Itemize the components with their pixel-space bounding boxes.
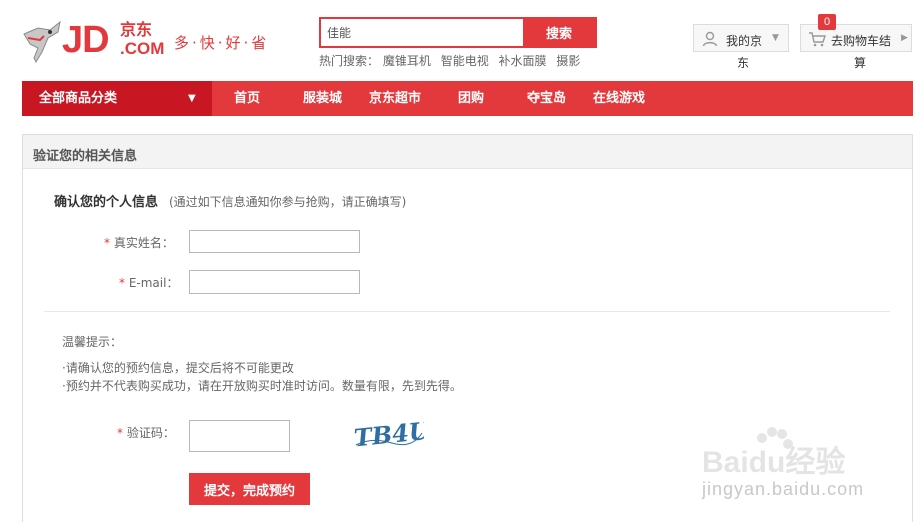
my-jd-label-wrap: 东 [737,56,750,70]
my-jd-button[interactable]: 我的京 ▼ [693,24,789,52]
watermark-url: jingyan.baidu.com [702,479,865,499]
hot-search-link[interactable]: 智能电视 [441,54,489,68]
logo-slogan: 多·快·好·省 [174,34,270,52]
jd-dog-mascot-icon [23,20,61,64]
main-nav: 全部商品分类 ▼ 首页 服装城 京东超市 团购 夺宝岛 在线游戏 [22,81,913,116]
chevron-down-icon: ▼ [772,33,779,43]
logo-jd-text: JD [62,19,110,61]
nav-item-games[interactable]: 在线游戏 [593,81,645,116]
nav-item-auction[interactable]: 夺宝岛 [527,81,566,116]
captcha-image[interactable]: TB4U [352,415,424,455]
section-note: (通过如下信息通知你参与抢购，请正确填写) [169,195,407,209]
chevron-right-icon: ▶ [901,33,908,43]
captcha-input[interactable] [189,420,290,452]
hot-search-link[interactable]: 魔锥耳机 [383,54,431,68]
email-label-text: E-mail： [128,276,179,290]
search-button[interactable]: 搜索 [523,19,595,46]
nav-item-groupbuy[interactable]: 团购 [458,81,484,116]
tip-line: ·预约并不代表购买成功，请在开放购买时准时访问。数量有限，先到先得。 [62,379,462,393]
email-input[interactable] [189,270,360,294]
cart-count-badge: 0 [818,14,836,30]
hot-search-link[interactable]: 补水面膜 [499,54,547,68]
required-mark: * [104,236,110,250]
cart-label: 去购物车结 [831,34,892,48]
real-name-input[interactable] [189,230,360,253]
name-label-text: 真实姓名： [113,236,174,250]
all-categories-menu[interactable]: 全部商品分类 [22,81,212,116]
watermark-logo-text: Baidu经验 [702,445,845,479]
panel-header: 验证您的相关信息 [23,135,912,169]
cart-label-wrap: 算 [854,56,867,70]
shopping-cart-icon [809,32,826,47]
hot-search-label: 热门搜索： [319,54,380,68]
user-icon [702,31,718,47]
all-categories-label: 全部商品分类 [39,91,118,106]
divider [44,311,890,312]
logo-cn-text: 京东 [120,20,153,39]
cart-button[interactable]: 去购物车结 ▶ [800,24,912,52]
nav-item-fashion[interactable]: 服装城 [303,81,342,116]
captcha-label: * 验证码： [117,424,175,441]
required-mark: * [117,426,123,440]
search-box: 搜索 [319,17,597,48]
tips-title: 温馨提示： [62,335,123,349]
section-title: 确认您的个人信息 [54,195,159,210]
hot-search-link[interactable]: 摄影 [556,54,580,68]
email-label: * E-mail： [119,274,178,291]
captcha-text: TB4U [353,415,424,452]
jd-logo[interactable]: JD 京东 .COM 多·快·好·省 [20,18,270,66]
logo-com-text: .COM [120,39,165,58]
submit-reservation-button[interactable]: 提交，完成预约 [189,473,310,505]
name-label: * 真实姓名： [104,234,174,251]
baidu-jingyan-watermark-logo: Baidu经验 [702,427,845,479]
chevron-down-icon: ▼ [188,93,196,104]
required-mark: * [119,276,125,290]
panel-title: 验证您的相关信息 [33,149,138,164]
tip-line: ·请确认您的预约信息，提交后将不可能更改 [62,361,294,375]
captcha-label-text: 验证码： [126,426,175,440]
search-input[interactable] [321,19,525,46]
my-jd-label: 我的京 [726,34,763,48]
nav-item-supermarket[interactable]: 京东超市 [369,81,421,116]
nav-item-home[interactable]: 首页 [234,81,260,116]
hot-searches: 热门搜索： 魔锥耳机 智能电视 补水面膜 摄影 [319,52,586,69]
